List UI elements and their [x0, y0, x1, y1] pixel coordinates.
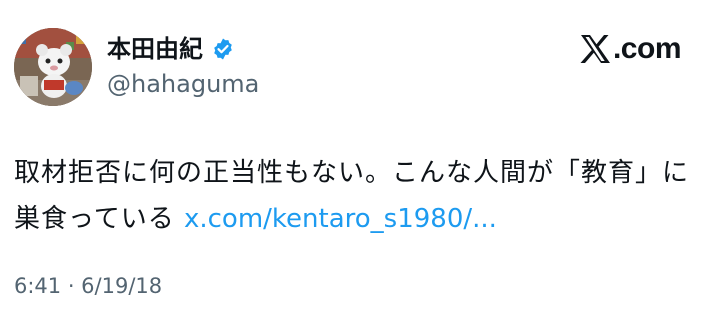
tweet-line-2: 巣食っている x.com/kentaro_s1980/...: [14, 196, 704, 242]
tweet-line-1: 取材拒否に何の正当性もない。こんな人間が「教育」に: [14, 158, 690, 188]
verified-badge-icon: [211, 37, 235, 61]
author-display-name[interactable]: 本田由紀: [107, 35, 203, 63]
tweet-line-2-text: 巣食っている: [14, 204, 184, 234]
tweet-timestamp[interactable]: 6:41 · 6/19/18: [14, 273, 162, 299]
author-handle[interactable]: @hahaguma: [107, 70, 259, 98]
tweet-card: 本田由紀 @hahaguma .com 取材拒否に何の正当性もない。こんな人間が…: [0, 0, 715, 318]
x-logo-icon: [579, 34, 611, 64]
author-name-row: 本田由紀: [107, 35, 235, 63]
avatar-mascot-image: [14, 28, 92, 106]
tweet-link[interactable]: x.com/kentaro_s1980/...: [184, 204, 497, 234]
brand-logo[interactable]: .com: [579, 32, 682, 66]
brand-suffix: .com: [612, 32, 682, 65]
tweet-text: 取材拒否に何の正当性もない。こんな人間が「教育」に 巣食っている x.com/k…: [14, 150, 704, 242]
avatar[interactable]: [14, 28, 92, 106]
